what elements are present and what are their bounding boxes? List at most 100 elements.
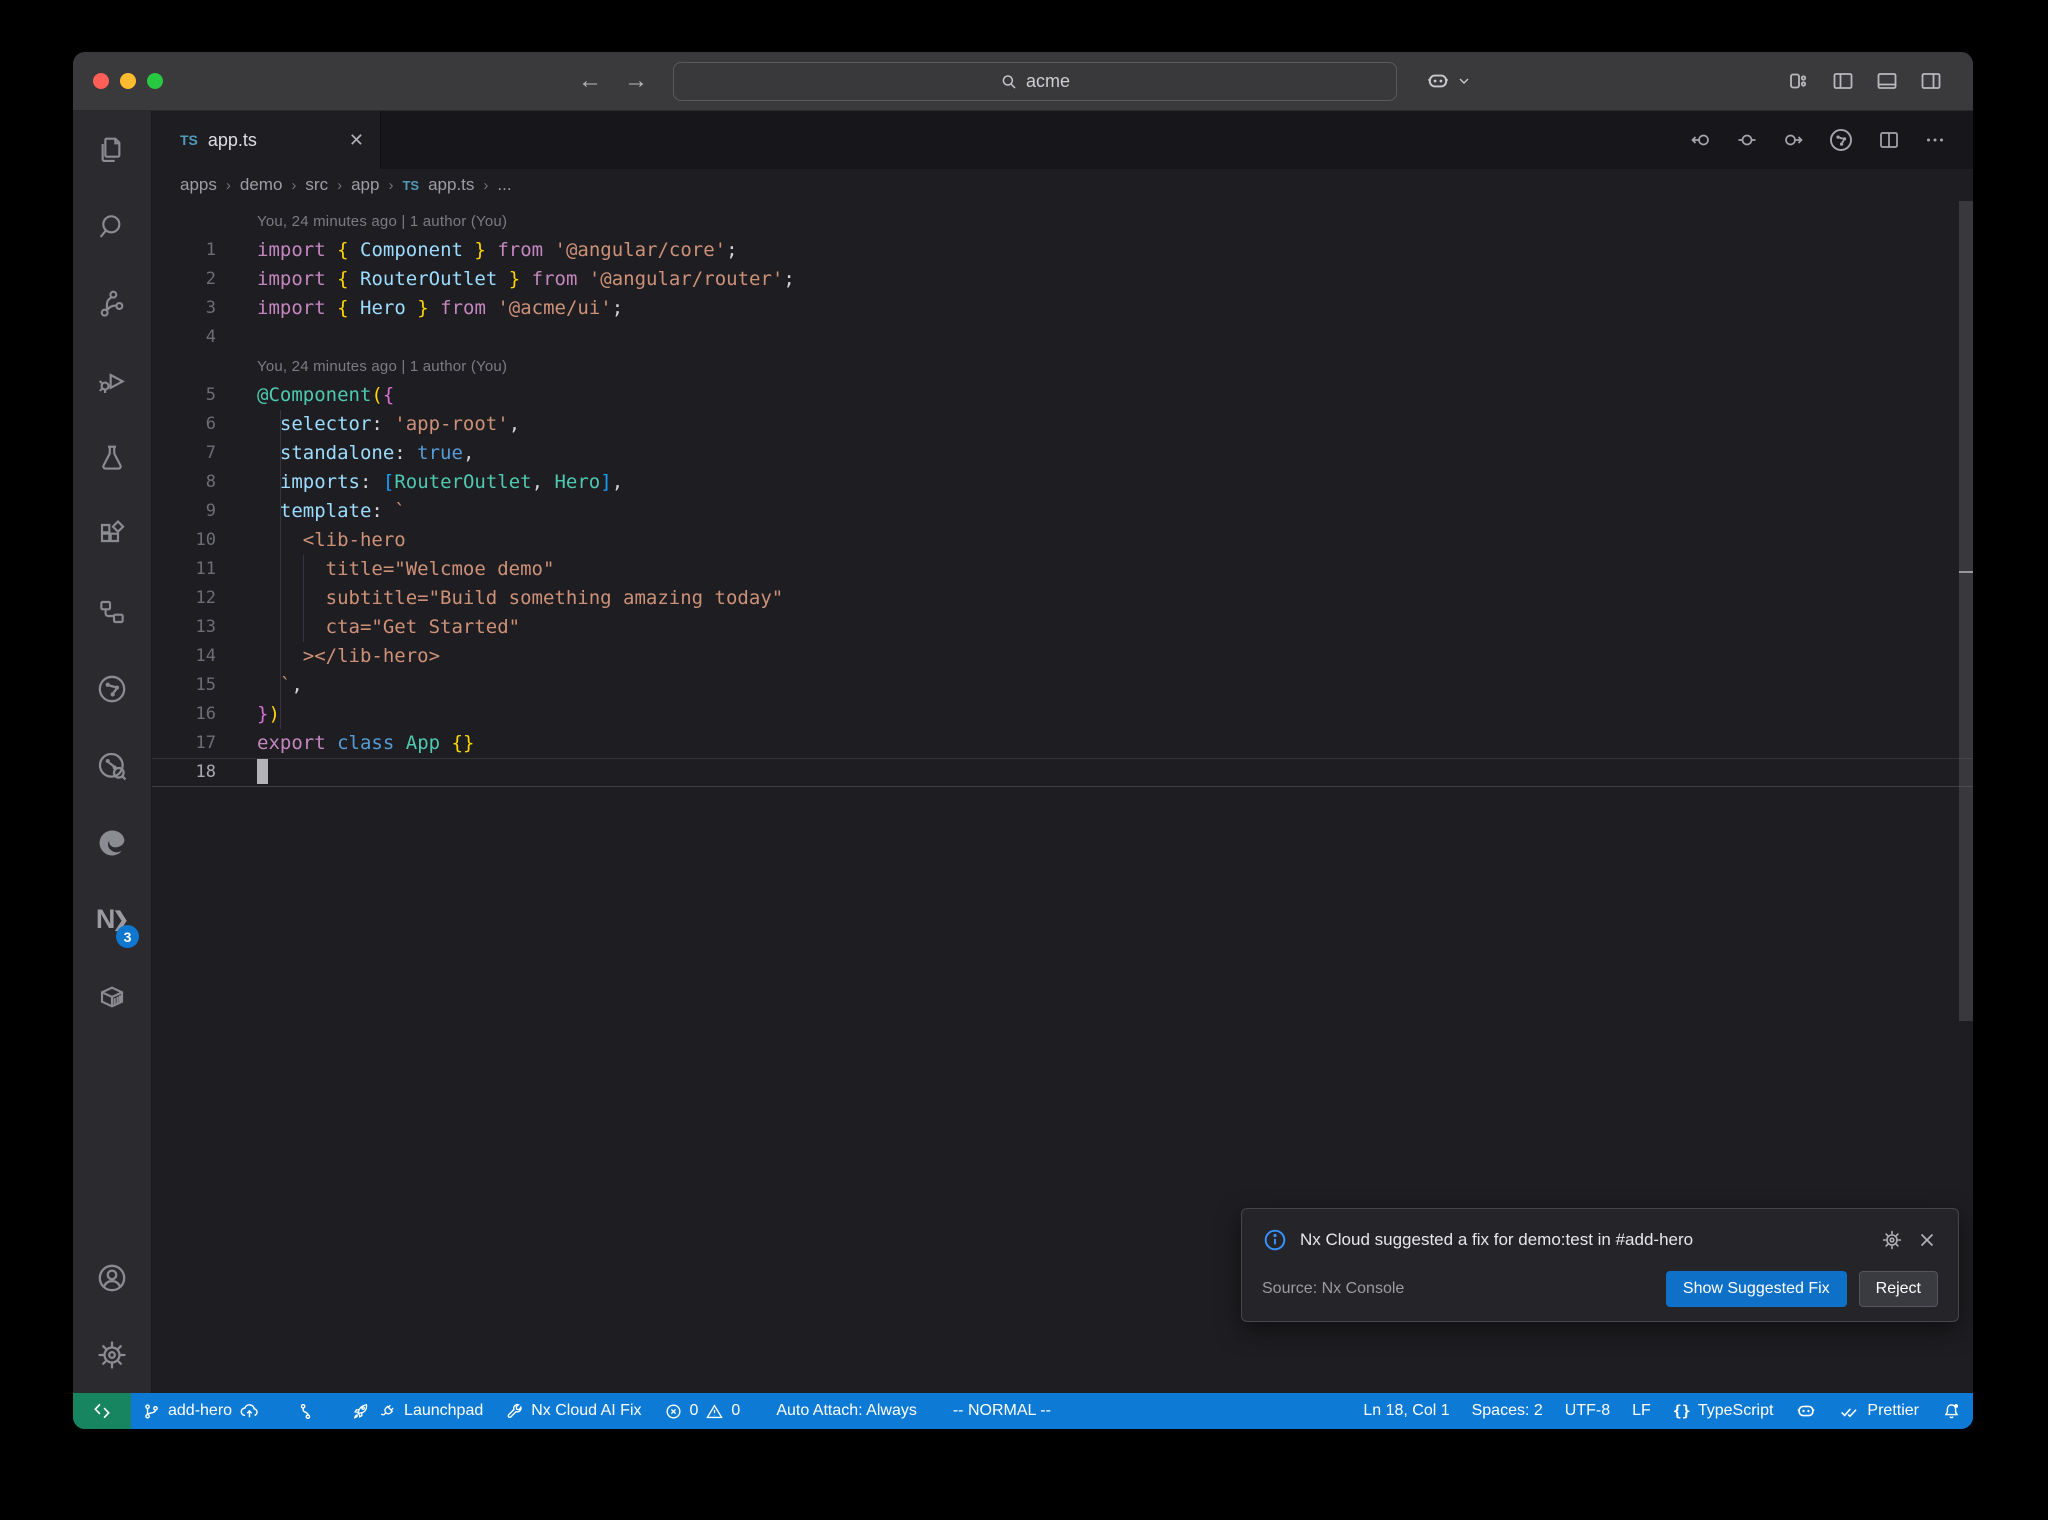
indent-guide [303, 555, 304, 642]
screen: ← → acme N ❯ 3 TS app.ts ✕ apps › demo ›… [0, 0, 2048, 1520]
breadcrumb-item[interactable]: apps [180, 175, 217, 195]
nav-circle-icon[interactable] [1735, 128, 1759, 152]
code-line[interactable]: 2 import { RouterOutlet } from '@angular/… [152, 265, 1973, 294]
minimize-window-button[interactable] [120, 73, 136, 89]
scrollbar[interactable] [1959, 201, 1973, 1021]
indent-guide [280, 410, 281, 729]
notifications-bell[interactable] [1930, 1393, 1973, 1429]
nav-forward-circle-icon[interactable] [1781, 128, 1805, 152]
edge-browser-icon[interactable] [73, 804, 151, 881]
tab-app-ts[interactable]: TS app.ts ✕ [152, 111, 381, 169]
cursor-position-status[interactable]: Ln 18, Col 1 [1352, 1393, 1460, 1429]
nx-graph-circle-icon[interactable] [1827, 126, 1855, 154]
copilot-status[interactable] [1784, 1393, 1828, 1429]
forward-arrow-icon[interactable]: → [624, 67, 648, 95]
code-line[interactable]: 15 `, [152, 671, 1973, 700]
back-arrow-icon[interactable]: ← [578, 67, 602, 95]
code-line[interactable]: 12 subtitle="Build something amazing tod… [152, 584, 1973, 613]
indentation-status[interactable]: Spaces: 2 [1461, 1393, 1554, 1429]
nav-back-circle-icon[interactable] [1689, 128, 1713, 152]
close-tab-icon[interactable]: ✕ [349, 130, 364, 151]
split-editor-icon[interactable] [1877, 128, 1901, 152]
line-number: 18 [195, 762, 216, 782]
settings-gear-icon[interactable] [73, 1316, 151, 1393]
breadcrumb-item[interactable]: src [305, 175, 328, 195]
nx-cloud-fix-status[interactable]: Nx Cloud AI Fix [494, 1393, 652, 1429]
run-and-debug-icon[interactable] [73, 342, 151, 419]
git-branch-icon [145, 1403, 158, 1419]
breadcrumb-item[interactable]: demo [240, 175, 283, 195]
code-line[interactable]: 8 imports: [RouterOutlet, Hero], [152, 468, 1973, 497]
auto-attach-status[interactable]: Auto Attach: Always [765, 1393, 928, 1429]
info-icon [1264, 1229, 1286, 1251]
error-icon [665, 1403, 681, 1419]
cloud-upload-icon [240, 1403, 258, 1417]
breadcrumb-item[interactable]: app [351, 175, 379, 195]
code-line[interactable]: 7 standalone: true, [152, 439, 1973, 468]
tab-label: app.ts [207, 129, 257, 150]
code-line[interactable]: 16}) [152, 700, 1973, 729]
toggle-sidebar-icon[interactable] [1831, 69, 1855, 93]
typescript-file-icon: TS [180, 132, 198, 148]
line-number: 11 [195, 559, 216, 579]
graph-search-icon[interactable] [73, 727, 151, 804]
breadcrumb-separator: › [225, 176, 231, 194]
code-line[interactable]: 18 [152, 758, 1973, 787]
line-number: 2 [205, 269, 216, 289]
problems-status[interactable]: 0 0 [653, 1393, 752, 1429]
search-value: acme [1025, 71, 1070, 91]
breadcrumb-item[interactable]: app.ts [428, 175, 474, 195]
line-number: 17 [195, 733, 216, 753]
copilot-icon[interactable] [1425, 68, 1451, 94]
toggle-secondary-sidebar-icon[interactable] [1919, 69, 1943, 93]
code-line[interactable]: 11 title="Welcmoe demo" [152, 555, 1973, 584]
braces-icon: {} [1672, 1402, 1691, 1420]
launchpad-status[interactable]: Launchpad [340, 1393, 494, 1429]
eol-status[interactable]: LF [1621, 1393, 1662, 1429]
encoding-status[interactable]: UTF-8 [1554, 1393, 1621, 1429]
testing-icon[interactable] [73, 419, 151, 496]
code-line[interactable]: 3 import { Hero } from '@acme/ui'; [152, 294, 1973, 323]
containers-icon[interactable] [73, 958, 151, 1035]
search-icon[interactable] [73, 188, 151, 265]
git-branch-status[interactable]: add-hero [131, 1393, 271, 1429]
code-line[interactable]: 1 import { Component } from '@angular/cor… [152, 236, 1973, 265]
remote-indicator[interactable] [73, 1393, 131, 1429]
prettier-status[interactable]: Prettier [1828, 1393, 1930, 1429]
extensions-icon[interactable] [73, 496, 151, 573]
code-line[interactable]: 5 @Component({ [152, 381, 1973, 410]
linked-projects-icon[interactable] [73, 573, 151, 650]
bell-dot-icon [1944, 1403, 1959, 1418]
code-line[interactable]: 13 cta="Get Started" [152, 613, 1973, 642]
reject-button[interactable]: Reject [1858, 1271, 1938, 1307]
code-editor[interactable]: You, 24 minutes ago | 1 author (You) 1 imp… [152, 201, 1973, 1393]
show-suggested-fix-button[interactable]: Show Suggested Fix [1665, 1271, 1847, 1307]
command-center-search[interactable]: acme [673, 62, 1397, 101]
line-number: 15 [195, 675, 216, 695]
code-line[interactable]: 10 <lib-hero [152, 526, 1973, 555]
language-mode-status[interactable]: {} TypeScript [1662, 1393, 1785, 1429]
account-icon[interactable] [73, 1239, 151, 1316]
toggle-panel-icon[interactable] [1875, 69, 1899, 93]
vim-mode-status[interactable]: -- NORMAL -- [942, 1393, 1062, 1429]
project-graph-icon[interactable] [73, 650, 151, 727]
breadcrumb-item[interactable]: ... [497, 175, 511, 195]
nx-console-icon[interactable]: N ❯ 3 [73, 881, 151, 958]
gear-icon[interactable] [1880, 1228, 1904, 1252]
code-line[interactable]: 14 ></lib-hero> [152, 642, 1973, 671]
code-line[interactable]: 17 export class App {} [152, 729, 1973, 758]
customize-layout-icon[interactable] [1787, 69, 1811, 93]
explorer-icon[interactable] [73, 111, 151, 188]
source-control-graph-status[interactable] [285, 1393, 326, 1429]
code-line[interactable]: 9 template: ` [152, 497, 1973, 526]
close-icon[interactable] [1916, 1229, 1938, 1251]
code-line[interactable]: 4 [152, 323, 1973, 352]
close-window-button[interactable] [93, 73, 109, 89]
copilot-icon [1798, 1405, 1815, 1417]
chevron-down-icon[interactable] [1456, 73, 1472, 89]
zoom-window-button[interactable] [147, 73, 163, 89]
source-control-icon[interactable] [73, 265, 151, 342]
more-actions-icon[interactable] [1923, 128, 1947, 152]
rocket-icon [353, 1403, 368, 1419]
code-line[interactable]: 6 selector: 'app-root', [152, 410, 1973, 439]
